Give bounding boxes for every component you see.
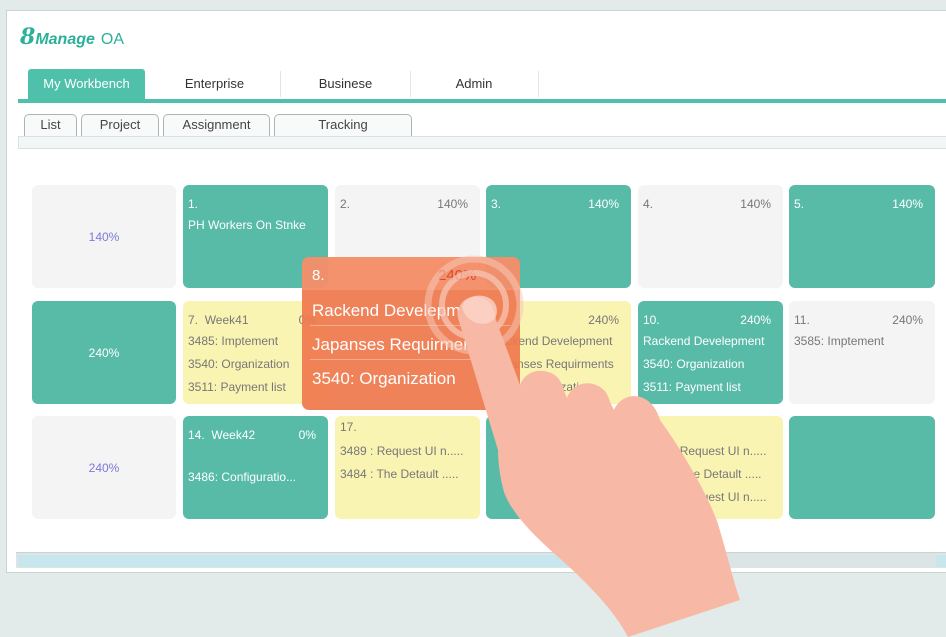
card-week: Week41 [204, 313, 249, 327]
card-week: Week42 [211, 428, 256, 442]
horizontal-scrollbar[interactable] [16, 552, 946, 568]
card-line: 3511: Payment list [188, 380, 286, 394]
logo-word: Manage [35, 31, 95, 48]
task-card-19[interactable]: 3489 : Request UI n..... 3484 : The Deta… [638, 416, 783, 519]
card-line: 3485: Imptement [188, 334, 279, 348]
drag-card-divider [310, 359, 510, 360]
task-card-18[interactable] [486, 416, 631, 519]
scrollbar-end[interactable] [936, 555, 946, 567]
card-line: 3489 : Request UI n..... [643, 490, 767, 504]
task-card-10[interactable]: 10. 240% Rackend Develepment 3540: Organi… [638, 301, 783, 404]
row-percent: 240% [88, 460, 120, 475]
card-line: 3585: Imptement [794, 334, 885, 348]
card-header: 1. [188, 197, 316, 211]
task-card-17[interactable]: 17. 3489 : Request UI n..... 3484 : The … [335, 416, 480, 519]
card-header: 11. 240% [794, 313, 923, 327]
card-percent: 140% [588, 197, 619, 211]
card-header: 3. 140% [491, 197, 619, 211]
drag-card-line: 3540: Organization [312, 369, 456, 388]
card-header: 5. 140% [794, 197, 923, 211]
card-number: 14. [188, 428, 205, 442]
card-line: 3486: Configuratio... [188, 470, 297, 484]
sub-tabs: List Project Assignment Tracking [18, 114, 946, 136]
card-percent: 140% [437, 197, 468, 211]
tab-my-workbench[interactable]: My Workbench [28, 69, 145, 99]
tab-enterprise[interactable]: Enterprise [148, 69, 281, 99]
task-card-4[interactable]: 4. 140% [638, 185, 783, 288]
scrollbar-thumb[interactable] [18, 555, 578, 567]
drag-card-divider [310, 325, 510, 326]
card-line: 3540: Organization [643, 357, 745, 371]
card-line: PH Workers On Stnke [188, 218, 306, 232]
card-header: 7. Week41 0% [188, 313, 316, 327]
card-number: 11. [794, 313, 810, 327]
tab-bar-underline [18, 99, 946, 103]
logo-number: 8 [20, 24, 36, 50]
tab-separator [538, 71, 539, 97]
card-percent: 240% [740, 313, 771, 327]
card-number: 4. [643, 197, 654, 211]
card-line: 3489 : Request UI n..... [643, 444, 767, 458]
subtab-tracking[interactable]: Tracking [274, 114, 412, 136]
drag-card-header [302, 257, 520, 290]
card-percent: 0% [298, 428, 316, 442]
task-card-20[interactable] [789, 416, 935, 519]
card-number: 17. [340, 420, 357, 434]
main-tabs: My Workbench Enterprise Businese Admin [18, 69, 946, 99]
tab-admin[interactable]: Admin [410, 69, 538, 99]
card-line: 3484 : The Detault ..... [340, 467, 459, 481]
subtab-assignment[interactable]: Assignment [163, 114, 270, 136]
task-card-11[interactable]: 11. 240% 3585: Imptement [789, 301, 935, 404]
card-header: 2. 140% [340, 197, 468, 211]
drag-card-percent: 240% [438, 267, 477, 284]
drag-card-line: Japanses Requirments [312, 335, 486, 354]
card-number: 5. [794, 197, 805, 211]
card-number: 1. [188, 197, 199, 211]
subtab-project[interactable]: Project [81, 114, 159, 136]
drag-card-line: Rackend Develepment [312, 301, 484, 320]
card-header: 17. [340, 420, 468, 434]
task-card-5[interactable]: 5. 140% [789, 185, 935, 288]
task-card-14[interactable]: 14. Week42 0% 3486: Configuratio... [183, 416, 328, 519]
card-number: 7. [188, 313, 199, 327]
card-percent: 140% [892, 197, 923, 211]
app-logo: 8 Manage OA [20, 24, 124, 50]
card-percent: 240% [588, 313, 619, 327]
card-line: 3511: Payment list [643, 380, 741, 394]
row-label-1: 140% [32, 185, 176, 288]
drag-card-number: 8. [312, 267, 325, 284]
card-line: 3489 : Request UI n..... [340, 444, 464, 458]
card-line: 3484 : The Detault ..... [643, 467, 762, 481]
card-header: 4. 140% [643, 197, 771, 211]
filter-bar [18, 136, 946, 149]
card-number: 2. [340, 197, 351, 211]
row-label-3: 240% [32, 416, 176, 519]
row-percent: 140% [88, 229, 120, 244]
card-percent: 140% [740, 197, 771, 211]
card-line: Rackend Develepment [643, 334, 765, 348]
row-label-2: 240% [32, 301, 176, 404]
card-line: 3540: Organization [188, 357, 290, 371]
tab-businese[interactable]: Businese [281, 69, 410, 99]
logo-suffix: OA [100, 31, 125, 48]
subtab-list[interactable]: List [24, 114, 77, 136]
card-header: 14. Week42 0% [188, 428, 316, 442]
card-number: 3. [491, 197, 502, 211]
card-header: 10. 240% [643, 313, 771, 327]
card-percent: 240% [892, 313, 923, 327]
card-number: 10. [643, 313, 660, 327]
dragged-task-card[interactable]: 8. 240% Rackend Develepment Japanses Req… [302, 257, 520, 410]
row-percent: 240% [88, 345, 120, 360]
